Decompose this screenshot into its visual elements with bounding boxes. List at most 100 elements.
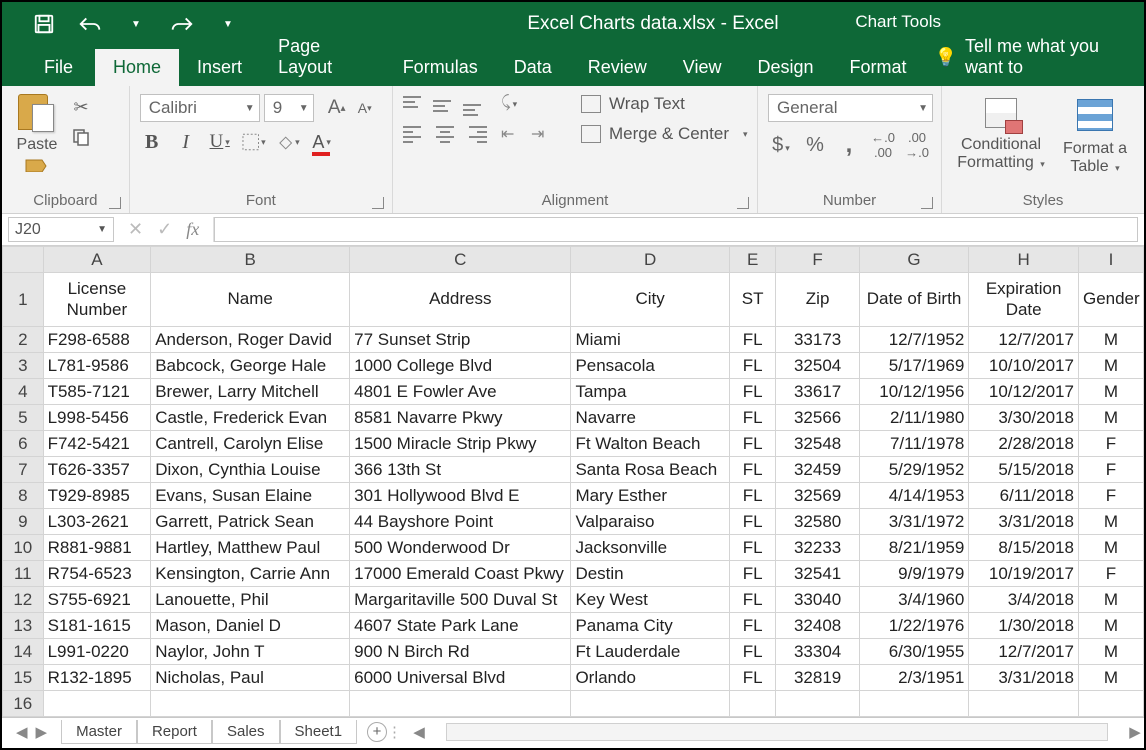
cell[interactable]: 33173: [776, 327, 859, 353]
cell[interactable]: FL: [729, 639, 776, 665]
row-header[interactable]: 1: [3, 273, 44, 327]
cell[interactable]: 44 Bayshore Point: [350, 509, 571, 535]
orientation-icon[interactable]: ⤹▾: [501, 94, 525, 116]
align-middle-icon[interactable]: [433, 94, 457, 116]
cell[interactable]: Cantrell, Carolyn Elise: [151, 431, 350, 457]
tab-view[interactable]: View: [665, 49, 740, 86]
cell[interactable]: F298-6588: [43, 327, 151, 353]
spreadsheet-grid[interactable]: ABCDEFGHI1License NumberNameAddressCityS…: [2, 246, 1144, 717]
paste-button[interactable]: Paste: [8, 90, 66, 172]
italic-button[interactable]: I: [174, 130, 198, 154]
cell[interactable]: [859, 691, 969, 717]
cell[interactable]: 5/29/1952: [859, 457, 969, 483]
cell[interactable]: 2/11/1980: [859, 405, 969, 431]
cell[interactable]: 10/12/2017: [969, 379, 1079, 405]
cell[interactable]: FL: [729, 431, 776, 457]
column-header[interactable]: D: [571, 247, 729, 273]
cell[interactable]: Ft Lauderdale: [571, 639, 729, 665]
cell[interactable]: R132-1895: [43, 665, 151, 691]
row-header[interactable]: 13: [3, 613, 44, 639]
cell[interactable]: Key West: [571, 587, 729, 613]
name-box[interactable]: J20▼: [8, 217, 114, 242]
cell[interactable]: 32569: [776, 483, 859, 509]
cell[interactable]: Expiration Date: [969, 273, 1079, 327]
cell[interactable]: Hartley, Matthew Paul: [151, 535, 350, 561]
cell[interactable]: Pensacola: [571, 353, 729, 379]
conditional-formatting-button[interactable]: Conditional Formatting ▾: [954, 94, 1048, 171]
border-button[interactable]: ▾: [242, 130, 266, 154]
cell[interactable]: 32819: [776, 665, 859, 691]
cell[interactable]: T929-8985: [43, 483, 151, 509]
cell[interactable]: 1/30/2018: [969, 613, 1079, 639]
cell[interactable]: FL: [729, 561, 776, 587]
tab-design[interactable]: Design: [739, 49, 831, 86]
row-header[interactable]: 9: [3, 509, 44, 535]
wrap-text-button[interactable]: Wrap Text: [581, 94, 748, 114]
column-header[interactable]: I: [1078, 247, 1143, 273]
cell[interactable]: 10/19/2017: [969, 561, 1079, 587]
dialog-launcher-icon[interactable]: [921, 197, 933, 209]
align-center-icon[interactable]: [433, 124, 457, 146]
cell[interactable]: Mason, Daniel D: [151, 613, 350, 639]
sheet-nav-next-icon[interactable]: ▶: [36, 723, 48, 741]
cell[interactable]: Tampa: [571, 379, 729, 405]
cell[interactable]: 3/4/2018: [969, 587, 1079, 613]
formula-input[interactable]: [214, 217, 1138, 242]
tell-me-search[interactable]: 💡 Tell me what you want to: [925, 28, 1144, 86]
cell[interactable]: 1/22/1976: [859, 613, 969, 639]
cell[interactable]: 4607 State Park Lane: [350, 613, 571, 639]
cell[interactable]: M: [1078, 327, 1143, 353]
cell[interactable]: 33304: [776, 639, 859, 665]
cut-icon[interactable]: ✂: [70, 96, 92, 118]
cell[interactable]: Orlando: [571, 665, 729, 691]
cell[interactable]: 4/14/1953: [859, 483, 969, 509]
tab-review[interactable]: Review: [570, 49, 665, 86]
cell[interactable]: FL: [729, 457, 776, 483]
row-header[interactable]: 11: [3, 561, 44, 587]
merge-center-button[interactable]: Merge & Center▾: [581, 124, 748, 144]
cell[interactable]: 32548: [776, 431, 859, 457]
save-icon[interactable]: [30, 10, 58, 38]
tab-insert[interactable]: Insert: [179, 49, 260, 86]
cell[interactable]: 6/30/1955: [859, 639, 969, 665]
row-header[interactable]: 3: [3, 353, 44, 379]
row-header[interactable]: 10: [3, 535, 44, 561]
cell[interactable]: 5/15/2018: [969, 457, 1079, 483]
cell[interactable]: 3/30/2018: [969, 405, 1079, 431]
cell[interactable]: Mary Esther: [571, 483, 729, 509]
cell[interactable]: [1078, 691, 1143, 717]
cell[interactable]: M: [1078, 379, 1143, 405]
accounting-format-icon[interactable]: $▾: [768, 134, 794, 157]
undo-icon[interactable]: [76, 10, 104, 38]
cell[interactable]: Valparaiso: [571, 509, 729, 535]
cell[interactable]: FL: [729, 405, 776, 431]
cell[interactable]: 33040: [776, 587, 859, 613]
dialog-launcher-icon[interactable]: [109, 197, 121, 209]
cell[interactable]: Babcock, George Hale: [151, 353, 350, 379]
align-bottom-icon[interactable]: [463, 94, 487, 116]
underline-button[interactable]: U▾: [208, 130, 232, 154]
cell[interactable]: Jacksonville: [571, 535, 729, 561]
cell[interactable]: 3/4/1960: [859, 587, 969, 613]
tab-file[interactable]: File: [22, 49, 95, 86]
column-header[interactable]: F: [776, 247, 859, 273]
cell[interactable]: FL: [729, 353, 776, 379]
font-name-combo[interactable]: Calibri▼: [140, 94, 260, 122]
cell[interactable]: 6/11/2018: [969, 483, 1079, 509]
redo-icon[interactable]: [168, 10, 196, 38]
cell[interactable]: [151, 691, 350, 717]
cell[interactable]: 366 13th St: [350, 457, 571, 483]
cell[interactable]: 32580: [776, 509, 859, 535]
format-painter-icon[interactable]: [24, 158, 50, 172]
cell[interactable]: [350, 691, 571, 717]
cell[interactable]: Castle, Frederick Evan: [151, 405, 350, 431]
insert-function-icon[interactable]: fx: [186, 219, 199, 240]
cell[interactable]: FL: [729, 535, 776, 561]
comma-format-icon[interactable]: ,: [836, 131, 862, 159]
sheet-tab[interactable]: Sales: [212, 720, 280, 744]
sheet-tab[interactable]: Report: [137, 720, 212, 744]
row-header[interactable]: 15: [3, 665, 44, 691]
fill-color-button[interactable]: ▾: [276, 130, 300, 154]
row-header[interactable]: 6: [3, 431, 44, 457]
cell[interactable]: FL: [729, 327, 776, 353]
